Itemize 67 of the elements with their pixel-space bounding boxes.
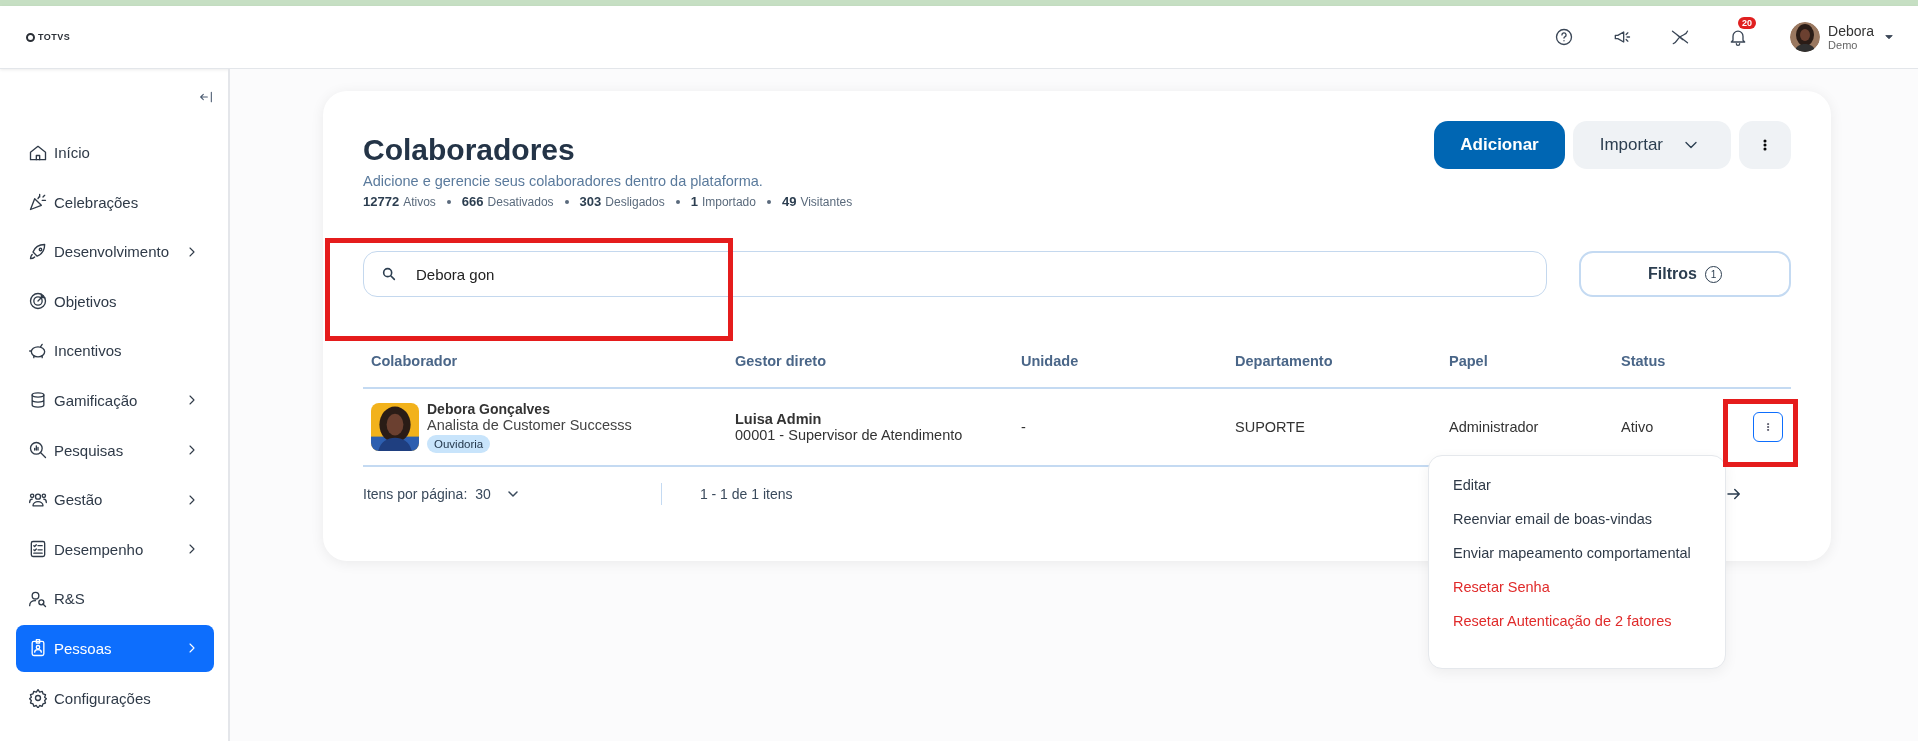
user-name: Debora <box>1828 23 1874 39</box>
import-button[interactable]: Importar <box>1572 121 1731 169</box>
manager-name: Luisa Admin <box>735 411 823 427</box>
sidebar-item[interactable]: Incentivos <box>16 327 214 375</box>
collapse-icon <box>198 89 214 105</box>
sidebar-item[interactable]: Gamificação <box>16 376 214 424</box>
per-page-label: Itens por página: <box>363 486 468 502</box>
stat-label: Ativos <box>403 195 436 209</box>
table-cell: Ativo <box>1621 419 1654 435</box>
stat-value: 666 <box>461 194 484 209</box>
settings-icon <box>28 688 48 709</box>
column-header: Unidade <box>1021 353 1079 369</box>
user-avatar[interactable] <box>1790 22 1821 52</box>
column-header: Status <box>1621 353 1666 369</box>
stat-value: 1 <box>690 194 698 209</box>
menu-item[interactable]: Resetar Senha <box>1429 570 1725 604</box>
stat-label: Desligados <box>605 195 665 209</box>
user-subtitle: Demo <box>1828 38 1859 51</box>
menu-item[interactable]: Editar <box>1429 468 1725 502</box>
sidebar-item[interactable]: Início <box>16 129 214 176</box>
search-field[interactable]: Debora gon <box>363 251 1547 297</box>
person-name: Debora Gonçalves <box>427 401 551 417</box>
team-tag: Ouvidoria <box>427 435 491 453</box>
column-header: Departamento <box>1235 353 1333 369</box>
menu-item[interactable]: Resetar Autenticação de 2 fatores <box>1429 604 1725 638</box>
stat-label: Visitantes <box>800 195 853 209</box>
manager-role: 00001 - Supervisor de Atendimento <box>735 427 964 443</box>
search-icon <box>381 266 397 282</box>
person-role: Analista de Customer Successs <box>427 417 632 433</box>
sidebar-item[interactable]: Gestão <box>16 476 214 524</box>
per-page-select[interactable]: 30 <box>475 486 521 502</box>
table-cell: SUPORTE <box>1235 419 1305 435</box>
add-button[interactable]: Adicionar <box>1434 121 1565 169</box>
sidebar-item[interactable]: Desenvolvimento <box>16 228 214 276</box>
menu-item[interactable]: Enviar mapeamento comportamental <box>1429 536 1725 570</box>
logo-text: TOTVS <box>38 32 71 42</box>
sidebar-item[interactable]: R&S <box>16 575 214 623</box>
stat-label: Importado <box>701 195 756 209</box>
help-icon <box>1554 27 1575 47</box>
stat-value: 49 <box>781 194 797 209</box>
column-header: Colaborador <box>371 353 458 369</box>
page-range: 1 - 1 de 1 itens <box>699 486 793 502</box>
stat-value: 12772 <box>363 194 400 209</box>
sidebar-item[interactable]: Celebrações <box>16 178 214 226</box>
sidebar-item[interactable]: Objetivos <box>16 277 214 325</box>
table-cell: Administrador <box>1449 419 1539 435</box>
party-popper-icon <box>28 192 48 213</box>
sidebar-item[interactable]: Desempenho <box>16 525 214 573</box>
sidebar-item[interactable]: Pesquisas <box>16 426 214 474</box>
notification-badge: 20 <box>1738 17 1757 29</box>
target-icon <box>28 291 48 312</box>
page-title: Colaboradores <box>363 133 576 167</box>
search-chart-icon <box>28 440 48 461</box>
menu-item[interactable]: Reenviar email de boas-vindas <box>1429 502 1725 536</box>
table-cell: - <box>1021 419 1026 435</box>
column-header: Papel <box>1449 353 1488 369</box>
filters-button[interactable]: Filtros 1 <box>1579 251 1791 297</box>
row-actions-button[interactable] <box>1753 412 1783 442</box>
stat-value: 303 <box>579 194 602 209</box>
rocket-icon <box>28 241 48 262</box>
page-subtitle: Adicione e gerencie seus colaboradores dentro da plataforma. <box>363 173 764 189</box>
column-header: Gestor direto <box>735 353 827 369</box>
checklist-icon <box>28 539 48 560</box>
sidebar-item[interactable]: Pessoas <box>16 624 214 672</box>
logo-icon <box>26 32 35 42</box>
sidebar-item[interactable]: Configurações <box>16 674 214 722</box>
stat-label: Desativados <box>487 195 554 209</box>
